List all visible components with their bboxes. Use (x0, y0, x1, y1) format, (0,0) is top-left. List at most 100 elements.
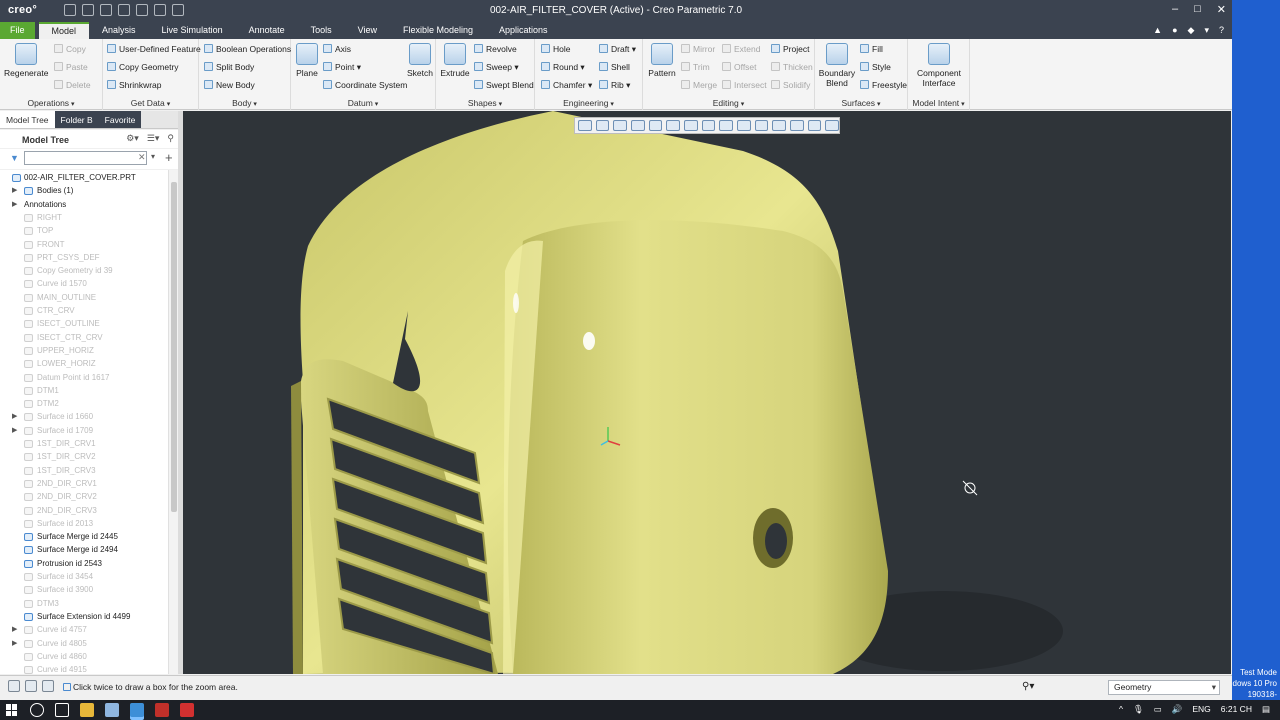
pan-icon[interactable] (648, 120, 663, 131)
creo-taskbar-icon[interactable] (130, 703, 144, 717)
mirror-button[interactable]: Mirror (681, 43, 715, 55)
body-group-label[interactable]: Body (199, 98, 290, 108)
expand-arrow-icon[interactable]: ▶ (12, 623, 20, 636)
full-screen-icon[interactable] (42, 680, 54, 692)
tree-filter-icon[interactable]: ⚲ (167, 133, 174, 144)
clear-search-icon[interactable]: ✕ (138, 152, 146, 163)
tab-flexible-modeling[interactable]: Flexible Modeling (390, 22, 486, 39)
minimize-ribbon-icon[interactable]: ▲ (1153, 22, 1162, 39)
volume-icon[interactable]: 🔊 (1172, 704, 1183, 715)
hole-button[interactable]: Hole (541, 43, 570, 55)
delete-button[interactable]: Delete (54, 79, 91, 91)
axis-button[interactable]: Axis (323, 43, 351, 55)
tab-analysis[interactable]: Analysis (89, 22, 149, 39)
coordinate-system-button[interactable]: Coordinate System (323, 79, 407, 91)
revolve-button[interactable]: Revolve (474, 43, 517, 55)
tab-view[interactable]: View (345, 22, 390, 39)
tree-search-input[interactable] (24, 151, 147, 165)
rib-button[interactable]: Rib ▾ (599, 79, 630, 91)
settings-icon[interactable] (825, 120, 840, 131)
component-interface-button[interactable]: Component Interface (910, 43, 968, 88)
expand-arrow-icon[interactable]: ▶ (12, 410, 20, 423)
show-browser-icon[interactable] (25, 680, 37, 692)
recorder-icon[interactable] (180, 703, 194, 717)
operations-group-label[interactable]: Operations (0, 98, 102, 108)
expand-arrow-icon[interactable]: ▶ (12, 424, 20, 437)
filter-icon[interactable]: ▼ (10, 153, 19, 163)
get-data-group-label[interactable]: Get Data (103, 98, 198, 108)
sketch-button[interactable]: Sketch (406, 43, 434, 78)
split-body-button[interactable]: Split Body (204, 61, 254, 73)
swept-blend-button[interactable]: Swept Blend (474, 79, 534, 91)
plane-button[interactable]: Plane (295, 43, 319, 78)
section-icon[interactable] (790, 120, 804, 131)
network-icon[interactable]: ▭ (1154, 704, 1162, 715)
settings-icon[interactable]: ◆ (1188, 22, 1195, 39)
intersect-button[interactable]: Intersect (722, 79, 767, 91)
draft-button[interactable]: Draft ▾ (599, 43, 636, 55)
round-button[interactable]: Round ▾ (541, 61, 585, 73)
copy-button[interactable]: Copy (54, 43, 86, 55)
tab-model-tree[interactable]: Model Tree (0, 111, 55, 128)
annotation-display-icon[interactable] (754, 120, 769, 131)
search-dropdown-icon[interactable]: ▾ (151, 152, 155, 161)
add-icon[interactable]: + (165, 150, 173, 165)
close-button[interactable]: ✕ (1217, 3, 1226, 16)
refit-icon[interactable] (578, 120, 592, 131)
task-view-icon[interactable] (55, 703, 69, 717)
view-manager-icon[interactable] (684, 120, 698, 131)
tab-annotate[interactable]: Annotate (236, 22, 298, 39)
more-icon[interactable]: ▾ (1204, 22, 1209, 39)
binoculars-icon[interactable]: ⚲▾ (1022, 681, 1034, 692)
graphics-window[interactable] (183, 111, 1231, 674)
expand-arrow-icon[interactable]: ▶ (12, 637, 20, 650)
sweep-button[interactable]: Sweep ▾ (474, 61, 519, 73)
model-intent-group-label[interactable]: Model Intent (908, 98, 969, 108)
tab-model[interactable]: Model (38, 22, 90, 39)
point-button[interactable]: Point ▾ (323, 61, 361, 73)
search-icon[interactable] (30, 703, 44, 717)
help-icon[interactable]: ? (1219, 22, 1224, 39)
surfaces-group-label[interactable]: Surfaces (815, 98, 907, 108)
status-icon[interactable]: ● (1172, 22, 1177, 39)
repaint-icon[interactable] (631, 120, 645, 131)
tab-folder-browser[interactable]: Folder B (54, 111, 99, 128)
minimize-button[interactable]: – (1172, 3, 1178, 16)
solidify-button[interactable]: Solidify (771, 79, 810, 91)
file-explorer-icon[interactable] (80, 703, 94, 717)
project-button[interactable]: Project (771, 43, 809, 55)
model-tree-scrollbar[interactable] (168, 170, 178, 674)
copy-geometry-button[interactable]: Copy Geometry (107, 61, 179, 73)
expand-arrow-icon[interactable]: ▶ (12, 198, 20, 211)
offset-button[interactable]: Offset (722, 61, 757, 73)
perspective-icon[interactable] (719, 120, 734, 131)
regenerate-button[interactable]: Regenerate (4, 43, 48, 78)
shell-button[interactable]: Shell (599, 61, 630, 73)
tab-applications[interactable]: Applications (486, 22, 561, 39)
expand-arrow-icon[interactable]: ▶ (12, 184, 20, 197)
shrinkwrap-button[interactable]: Shrinkwrap (107, 79, 162, 91)
style-button[interactable]: Style (860, 61, 891, 73)
show-navigator-icon[interactable] (8, 680, 20, 692)
tab-favorites[interactable]: Favorite (98, 111, 142, 128)
zoom-in-icon[interactable] (595, 120, 610, 131)
pause-icon[interactable] (807, 120, 822, 131)
maximize-button[interactable]: □ (1194, 3, 1201, 16)
engineering-group-label[interactable]: Engineering (535, 98, 642, 108)
boolean-operations-button[interactable]: Boolean Operations (204, 43, 291, 55)
selection-filter[interactable]: Geometry (1108, 680, 1220, 695)
datum-group-label[interactable]: Datum (291, 98, 435, 108)
udf-button[interactable]: User-Defined Feature (107, 43, 201, 55)
tab-live-simulation[interactable]: Live Simulation (149, 22, 236, 39)
extrude-button[interactable]: Extrude (440, 43, 470, 78)
microphone-icon[interactable]: 🎙 (1133, 704, 1144, 715)
saved-orientations-icon[interactable] (666, 120, 681, 131)
3d-part-view[interactable] (183, 111, 1231, 674)
clock[interactable]: 6:21 CH (1221, 704, 1252, 715)
pattern-button[interactable]: Pattern (647, 43, 677, 78)
trim-button[interactable]: Trim (681, 61, 710, 73)
editing-group-label[interactable]: Editing (643, 98, 814, 108)
red-app-icon[interactable] (155, 703, 169, 717)
tab-tools[interactable]: Tools (298, 22, 345, 39)
notepad-icon[interactable] (105, 703, 119, 717)
